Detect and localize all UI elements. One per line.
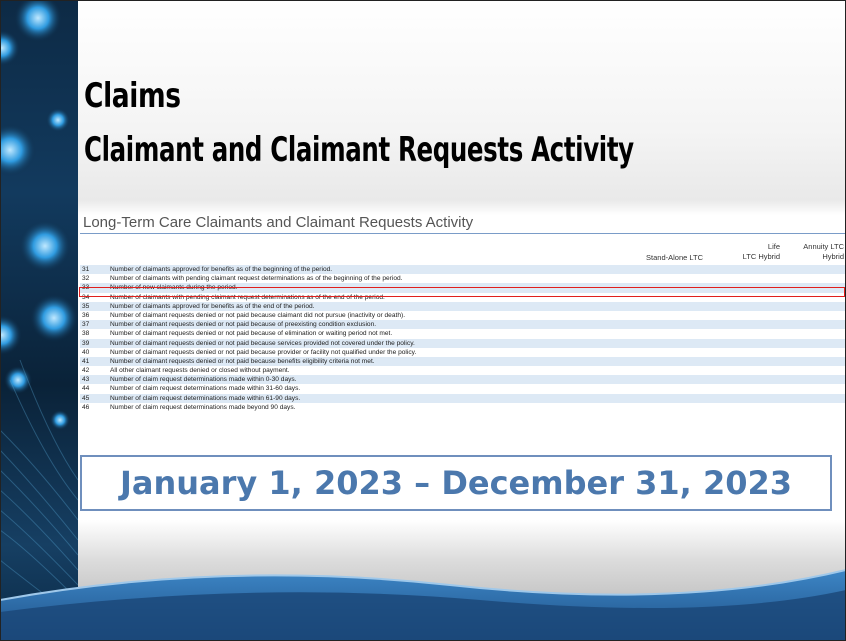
row-number: 36 [82,311,90,319]
table-heading: Long-Term Care Claimants and Claimant Re… [83,214,474,231]
row-number: 31 [82,266,90,273]
row-number: 45 [82,394,90,402]
decorative-wave [0,569,846,641]
table-row: 41 Number of claimant requests denied or … [80,356,846,367]
row-description: Number of claimants with pending claiman… [110,293,385,301]
row-description: Number of claim request determinations m… [110,376,297,384]
heading-divider [80,233,846,234]
row-number: 42 [82,367,90,375]
row-description: Number of claimant requests denied or no… [110,311,406,319]
row-description: Number of claimant requests denied or no… [110,321,377,329]
table-row: 45 Number of claim request determinations… [80,393,846,403]
row-number: 44 [82,385,90,393]
row-number: 46 [82,403,90,411]
row-number: 33 [82,284,90,292]
table-row: 46 Number of claim request determinations… [80,403,846,412]
row-description: Number of claimant requests denied or no… [110,357,375,365]
date-range-text: January 1, 2023 – December 31, 2023 [119,464,793,502]
table-row: 34 Number of claimants with pending claim… [80,293,846,302]
table-row: 40 Number of claimant requests denied or … [80,348,846,357]
row-description: Number of claimants approved for benefit… [110,266,333,273]
column-header-annuity-ltc-hybrid: Annuity LTC Hybrid [803,242,844,261]
table-row: 43 Number of claim request determinations… [80,375,846,385]
row-description: Number of claimant requests denied or no… [110,339,415,347]
row-number: 41 [82,357,90,365]
row-description: Number of claimants with pending claiman… [110,275,403,283]
table-row: 31 Number of claimants approved for benef… [80,265,846,275]
table-row: 44 Number of claim request determinations… [80,384,846,393]
row-number: 34 [82,293,90,301]
row-description: All other claimant requests denied or cl… [110,367,290,375]
date-range-box: January 1, 2023 – December 31, 2023 [80,455,832,511]
table-row: 35 Number of claimants approved for benef… [80,301,846,311]
row-description: Number of claim request determinations m… [110,403,296,411]
table-row: 42 All other claimant requests denied or … [80,366,846,375]
table-row: 33 Number of new claimants during the per… [80,283,846,293]
column-header-life-ltc-hybrid: Life LTC Hybrid [742,242,780,261]
row-description: Number of claim request determinations m… [110,385,301,393]
row-number: 38 [82,330,90,338]
slide-title: Claims [84,76,181,116]
column-header-standalone-ltc: Stand-Alone LTC [646,253,703,262]
row-description: Number of new claimants during the perio… [110,284,238,292]
row-description: Number of claimant requests denied or no… [110,348,417,356]
table-row: 37 Number of claimant requests denied or … [80,320,846,330]
row-description: Number of claimants approved for benefit… [110,302,315,310]
row-number: 43 [82,376,90,384]
table-row: 36 Number of claimant requests denied or … [80,311,846,320]
row-number: 32 [82,275,90,283]
row-number: 35 [82,302,90,310]
activity-table: 31 Number of claimants approved for benef… [80,265,846,412]
table-row: 38 Number of claimant requests denied or … [80,329,846,338]
table-row: 32 Number of claimants with pending claim… [80,274,846,283]
slide: Claims Claimant and Claimant Requests Ac… [0,0,846,641]
slide-subtitle: Claimant and Claimant Requests Activity [84,130,634,170]
row-number: 40 [82,348,90,356]
row-description: Number of claimant requests denied or no… [110,330,393,338]
row-number: 37 [82,321,90,329]
row-number: 39 [82,339,90,347]
table-row: 39 Number of claimant requests denied or … [80,338,846,348]
row-description: Number of claim request determinations m… [110,394,301,402]
